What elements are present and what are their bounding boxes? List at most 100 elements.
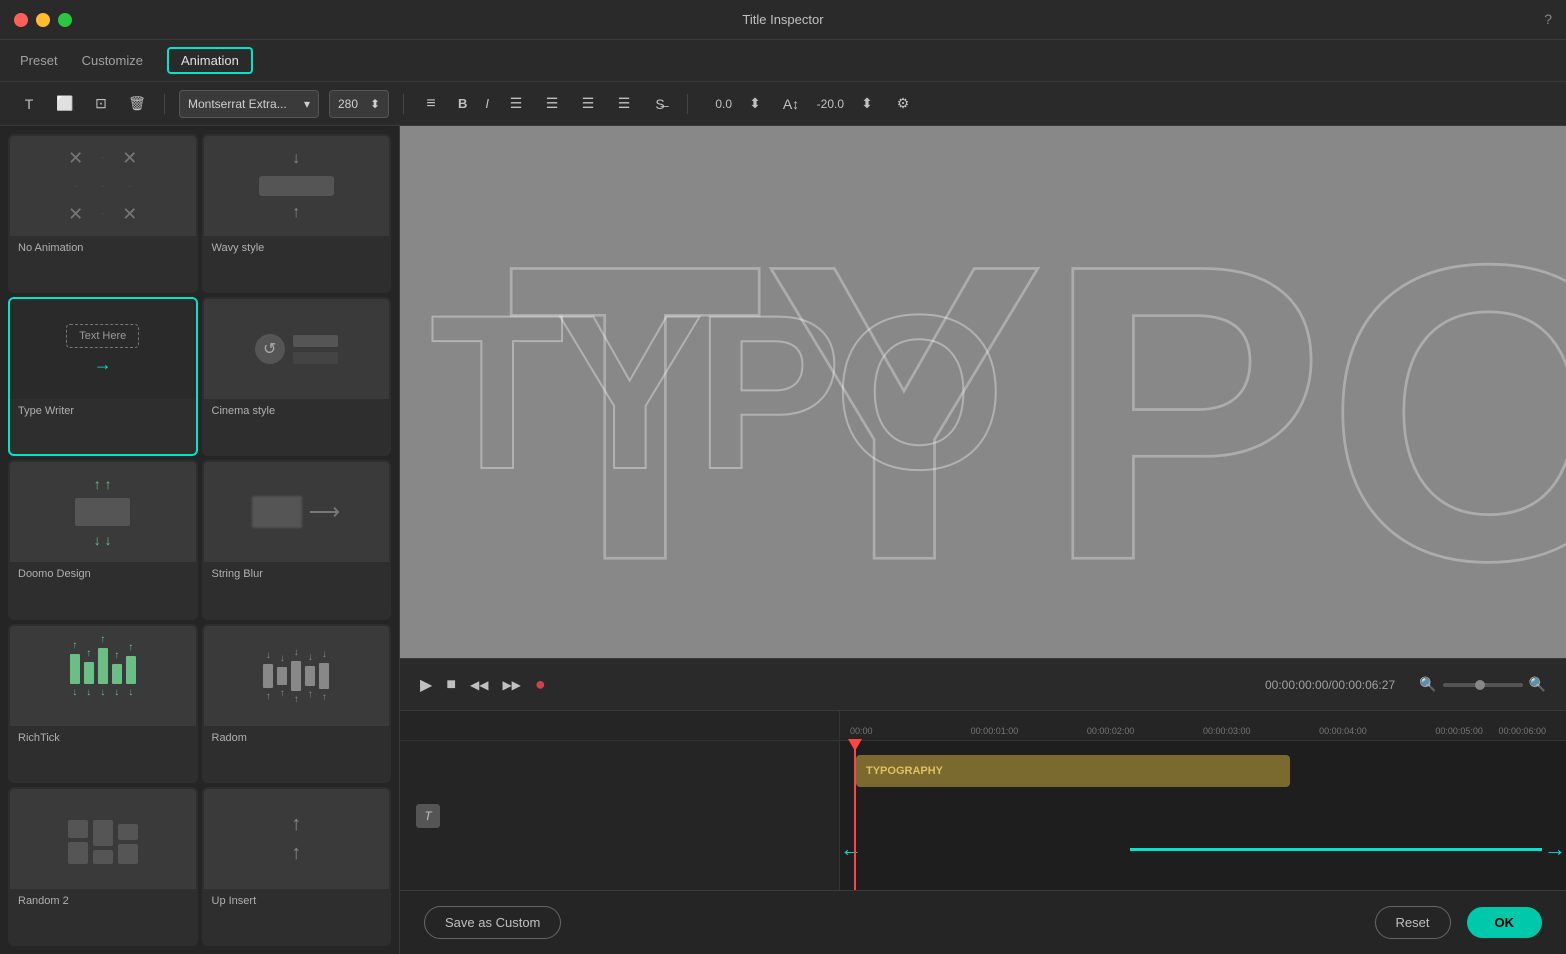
font-family-dropdown[interactable]: Montserrat Extra... ▾	[179, 90, 319, 118]
separator-3	[687, 94, 688, 114]
anim-label-wavy-style: Wavy style	[204, 236, 390, 260]
value-2-stepper[interactable]: ⬍	[854, 91, 880, 117]
next-button[interactable]: ▶▶	[502, 678, 520, 692]
anim-label-type-writer: Type Writer	[10, 399, 196, 423]
transform-icon[interactable]: ⬜	[52, 91, 78, 117]
ruler-content: 00:00 00:00:01:00 00:00:02:00 00:00:03:0…	[840, 711, 1566, 740]
anim-item-up-insert[interactable]: ↑ ↑ Up Insert	[202, 787, 392, 946]
maximize-button[interactable]	[58, 13, 72, 27]
preview-text: TYPO	[430, 282, 997, 502]
title-bar: Title Inspector ?	[0, 0, 1566, 40]
settings-icon[interactable]: ⚙	[890, 91, 916, 117]
save-as-custom-button[interactable]: Save as Custom	[424, 906, 561, 939]
anim-item-wavy-style[interactable]: ↓ ↑ Wavy style	[202, 134, 392, 293]
player-time: 00:00:00:00/00:00:06:27	[1265, 678, 1395, 692]
timeline-area: 00:00 00:00:01:00 00:00:02:00 00:00:03:0…	[400, 710, 1566, 890]
anim-thumb-no-animation: ✕ · ✕ · · · ✕ · ✕	[10, 136, 196, 236]
separator-1	[164, 94, 165, 114]
anim-thumb-wavy-style: ↓ ↑	[204, 136, 390, 236]
tab-customize[interactable]: Customize	[82, 49, 143, 72]
animation-right-arrow: →	[1130, 836, 1566, 862]
anim-item-random-2[interactable]: Random 2	[8, 787, 198, 946]
ruler-mark-3: 00:00:03:00	[1203, 726, 1251, 736]
anim-thumb-up-insert: ↑ ↑	[204, 789, 390, 889]
anim-label-cinema-style: Cinema style	[204, 399, 390, 423]
justify-icon[interactable]: ☰	[575, 91, 601, 117]
anim-thumb-doomo-design: ↑ ↑ ↓ ↓	[10, 462, 196, 562]
playhead[interactable]	[854, 741, 856, 890]
ruler-mark-2: 00:00:02:00	[1087, 726, 1135, 736]
zoom-out-icon[interactable]: 🔍	[1419, 676, 1436, 693]
anim-item-richtick[interactable]: ↑ ↓ ↑ ↓ ↑ ↓	[8, 624, 198, 783]
italic-button[interactable]: I	[481, 94, 493, 113]
minimize-button[interactable]	[36, 13, 50, 27]
total-time: 00:00:06:27	[1332, 678, 1395, 692]
prev-button[interactable]: ◀◀	[470, 678, 488, 692]
track-block[interactable]: TYPOGRAPHY	[856, 755, 1290, 787]
close-button[interactable]	[14, 13, 28, 27]
align-center-icon[interactable]: ☰	[503, 91, 529, 117]
ruler-left-spacer	[400, 711, 840, 740]
crop-icon[interactable]: ⊡	[88, 91, 114, 117]
ok-button[interactable]: OK	[1467, 907, 1543, 938]
anim-item-radom[interactable]: ↓ ↑ ↓ ↑ ↓ ↑	[202, 624, 392, 783]
text-size-icon[interactable]: A↕	[778, 91, 804, 117]
window-controls	[14, 13, 72, 27]
zoom-slider[interactable]	[1443, 683, 1523, 687]
tab-animation[interactable]: Animation	[167, 47, 253, 74]
anim-thumb-random-2	[10, 789, 196, 889]
bottom-bar: Save as Custom Reset OK	[400, 890, 1566, 954]
track-left: T	[400, 741, 840, 890]
right-arrow-line	[1130, 848, 1542, 851]
value-1-stepper[interactable]: ⬍	[742, 91, 768, 117]
animation-panel: ✕ · ✕ · · · ✕ · ✕ No Animation	[0, 126, 400, 954]
timeline-tracks: T TYPOGRAPHY ←	[400, 741, 1566, 890]
tab-bar: Preset Customize Animation	[0, 40, 1566, 82]
play-button[interactable]: ▶	[420, 675, 432, 695]
anim-item-string-blur[interactable]: ⟶ String Blur	[202, 460, 392, 619]
anim-label-no-animation: No Animation	[10, 236, 196, 260]
align-left-icon[interactable]: ≡	[418, 91, 444, 117]
anim-thumb-radom: ↓ ↑ ↓ ↑ ↓ ↑	[204, 626, 390, 726]
anim-label-random-2: Random 2	[10, 889, 196, 913]
align-right-icon[interactable]: ☰	[539, 91, 565, 117]
bold-button[interactable]: B	[454, 94, 471, 113]
strikethrough-icon[interactable]: S̶	[647, 91, 673, 117]
record-button[interactable]: ●	[535, 674, 546, 695]
current-time: 00:00:00:00	[1265, 678, 1328, 692]
playhead-head	[848, 739, 862, 751]
ruler-mark-0: 00:00	[850, 726, 873, 736]
anim-label-up-insert: Up Insert	[204, 889, 390, 913]
delete-icon[interactable]: 🗑	[124, 91, 150, 117]
track-block-label: TYPOGRAPHY	[866, 765, 943, 777]
font-dropdown-arrow: ▾	[304, 97, 310, 111]
zoom-handle	[1475, 680, 1485, 690]
window-title: Title Inspector	[742, 12, 823, 27]
anim-item-doomo-design[interactable]: ↑ ↑ ↓ ↓ Doomo Design	[8, 460, 198, 619]
anim-item-cinema-style[interactable]: ↺ Cinema style	[202, 297, 392, 456]
separator-2	[403, 94, 404, 114]
anim-item-no-animation[interactable]: ✕ · ✕ · · · ✕ · ✕ No Animation	[8, 134, 198, 293]
font-size-label: 280	[338, 97, 358, 111]
stop-button[interactable]: ■	[446, 676, 456, 694]
value-1: 0.0	[702, 97, 732, 111]
track-content: TYPOGRAPHY ← →	[840, 741, 1566, 890]
font-size-dropdown[interactable]: 280 ⬍	[329, 90, 389, 118]
ruler-mark-6: 00:00:06:00	[1498, 726, 1546, 736]
indent-icon[interactable]: ☰	[611, 91, 637, 117]
text-tool-icon[interactable]: T	[16, 91, 42, 117]
zoom-in-icon[interactable]: 🔍	[1529, 676, 1546, 693]
reset-button[interactable]: Reset	[1375, 906, 1451, 939]
anim-label-richtick: RichTick	[10, 726, 196, 750]
tab-preset[interactable]: Preset	[20, 49, 58, 72]
player-bar: ▶ ■ ◀◀ ▶▶ ● 00:00:00:00/00:00:06:27 🔍 🔍	[400, 658, 1566, 710]
anim-thumb-string-blur: ⟶	[204, 462, 390, 562]
animation-grid: ✕ · ✕ · · · ✕ · ✕ No Animation	[0, 126, 399, 954]
main-layout: ✕ · ✕ · · · ✕ · ✕ No Animation	[0, 126, 1566, 954]
anim-thumb-type-writer: Text Here →	[10, 299, 196, 399]
title-bar-right: ?	[1544, 11, 1552, 29]
anim-thumb-cinema-style: ↺	[204, 299, 390, 399]
preview-canvas: TYPO TYPO	[400, 126, 1566, 658]
anim-item-type-writer[interactable]: Text Here → Type Writer	[8, 297, 198, 456]
question-icon[interactable]: ?	[1544, 11, 1552, 27]
